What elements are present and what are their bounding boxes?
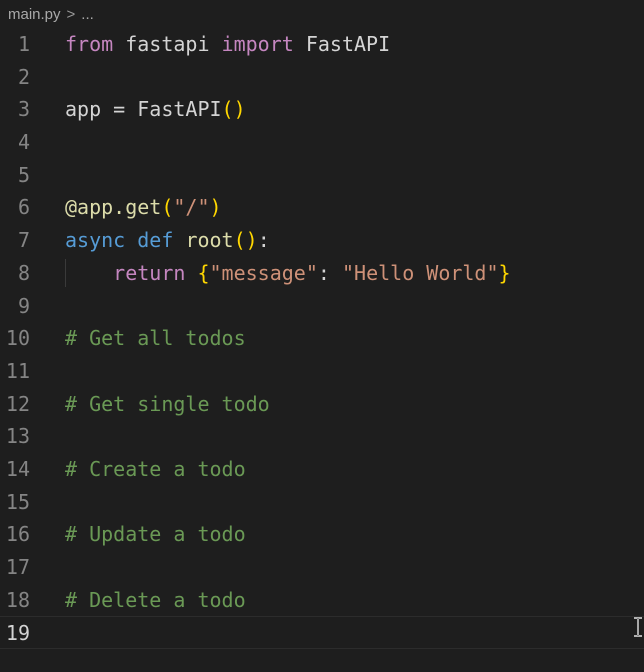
code-line[interactable]: 10 # Get all todos — [0, 322, 644, 355]
code-line[interactable]: 9 — [0, 290, 644, 323]
code-line[interactable]: 19 — [0, 616, 644, 650]
line-number: 19 — [5, 621, 30, 646]
line-number: 3 — [17, 97, 30, 122]
line-content: # Update a todo — [65, 518, 246, 551]
line-number: 4 — [17, 130, 30, 155]
code-token: "message" — [209, 260, 318, 285]
line-number: 1 — [17, 32, 30, 56]
code-token: @app.get — [65, 195, 162, 220]
code-line[interactable]: 4 — [0, 126, 644, 159]
code-token: FastAPI — [293, 32, 391, 56]
code-token: () — [233, 228, 258, 253]
line-content: from fastapi import FastAPI — [65, 28, 390, 61]
code-token: # Update a todo — [65, 522, 246, 547]
line-number: 12 — [5, 391, 30, 416]
code-line[interactable]: 12 # Get single todo — [0, 388, 644, 421]
breadcrumb-symbol[interactable]: ... — [81, 6, 94, 23]
code-token: : — [257, 228, 270, 253]
code-token: import — [221, 32, 294, 56]
code-token: } — [498, 260, 511, 285]
chevron-right-icon: > — [66, 5, 76, 23]
code-line[interactable]: 18 # Delete a todo — [0, 584, 644, 617]
line-number: 10 — [5, 326, 30, 351]
code-token: : — [317, 260, 342, 285]
text-cursor-icon — [634, 617, 642, 637]
line-content: # Create a todo — [65, 453, 246, 486]
breadcrumb: main.py > ... — [8, 4, 94, 24]
code-token: { — [197, 260, 210, 285]
line-number: 5 — [17, 162, 30, 187]
code-token: from — [65, 32, 114, 56]
code-token: () — [221, 97, 246, 122]
line-number: 18 — [5, 587, 30, 612]
line-content: # Delete a todo — [65, 584, 246, 617]
code-line[interactable]: 8 return {"message": "Hello World"} — [0, 257, 644, 290]
code-line[interactable]: 14 # Create a todo — [0, 453, 644, 486]
code-token: # Get single todo — [65, 391, 270, 416]
line-number: 11 — [5, 358, 30, 383]
code-token: fastapi — [113, 32, 222, 56]
code-line[interactable]: 6 @app.get("/") — [0, 191, 644, 224]
code-line[interactable]: 3 app = FastAPI() — [0, 93, 644, 126]
code-line[interactable]: 1 from fastapi import FastAPI — [0, 28, 644, 61]
line-content: async def root(): — [65, 224, 270, 257]
line-number: 8 — [17, 260, 30, 285]
line-content: app = FastAPI() — [65, 93, 246, 126]
breadcrumb-file[interactable]: main.py — [8, 6, 61, 23]
code-editor[interactable]: main.py > ... 1 from fastapi import FastA… — [0, 0, 644, 672]
line-number: 17 — [5, 555, 30, 579]
code-token: "/" — [173, 195, 210, 220]
code-line[interactable]: 2 — [0, 61, 644, 94]
code-line[interactable]: 13 — [0, 420, 644, 453]
line-content: return {"message": "Hello World"} — [65, 257, 511, 290]
code-line[interactable]: 11 — [0, 355, 644, 388]
code-token: ) — [209, 195, 222, 220]
code-line[interactable]: 15 — [0, 486, 644, 519]
line-number: 9 — [17, 293, 30, 318]
line-number: 7 — [17, 228, 30, 253]
code-token: # Create a todo — [65, 456, 246, 481]
line-number: 16 — [5, 522, 30, 547]
code-line[interactable]: 16 # Update a todo — [0, 518, 644, 551]
code-line[interactable]: 5 — [0, 159, 644, 192]
line-number: 2 — [17, 64, 30, 89]
code-token: return — [113, 260, 186, 285]
line-number: 6 — [17, 195, 30, 220]
line-content: @app.get("/") — [65, 191, 222, 224]
code-token: def — [137, 228, 174, 253]
code-lines[interactable]: 1 from fastapi import FastAPI 2 3 app = Fast… — [0, 28, 644, 650]
code-token: "Hello World" — [341, 260, 499, 285]
code-token: ( — [161, 195, 174, 220]
line-number: 13 — [5, 424, 30, 449]
code-token: # Delete a todo — [65, 587, 246, 612]
code-token: app = FastAPI — [65, 97, 222, 122]
line-content: # Get single todo — [65, 388, 270, 421]
code-line[interactable]: 7 async def root(): — [0, 224, 644, 257]
line-number: 14 — [5, 456, 30, 481]
code-line[interactable]: 17 — [0, 551, 644, 584]
code-token: async — [65, 228, 126, 253]
line-number: 15 — [5, 489, 30, 514]
code-token: root — [185, 228, 234, 253]
line-content: # Get all todos — [65, 322, 246, 355]
code-token: # Get all todos — [65, 326, 246, 351]
